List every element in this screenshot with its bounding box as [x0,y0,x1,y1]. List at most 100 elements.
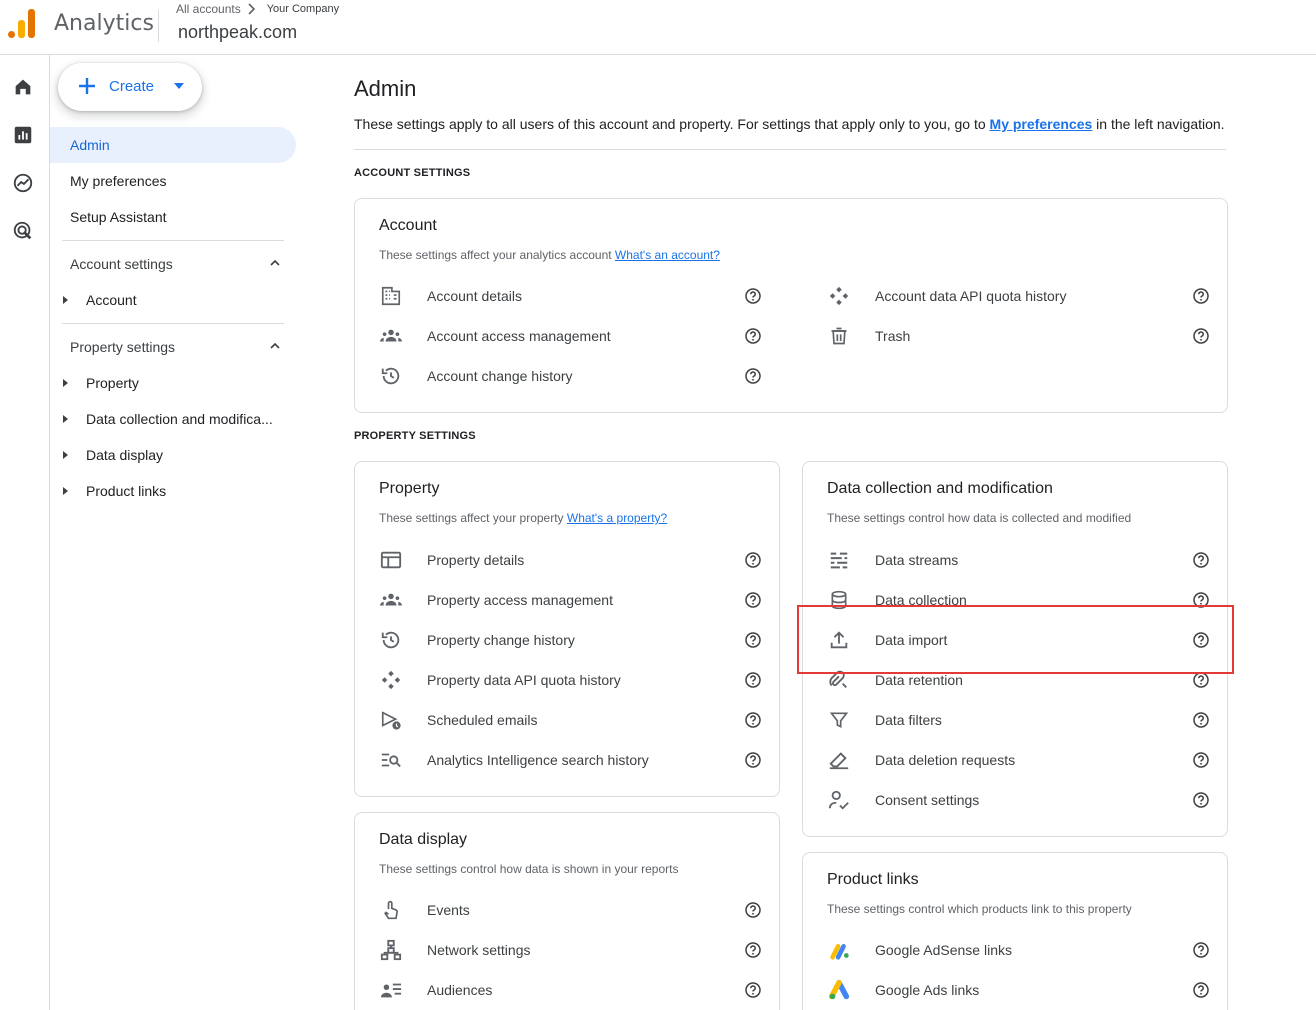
account-card-desc-text: These settings affect your analytics acc… [379,248,615,262]
help-icon[interactable] [1193,792,1209,808]
account-card-title: Account [379,217,437,234]
row-label: Analytics Intelligence search history [427,752,649,768]
help-icon[interactable] [745,672,761,688]
google-ads-links-row[interactable]: Google Ads links [827,972,1213,1008]
property-card-description: These settings affect your property What… [379,511,667,525]
help-icon[interactable] [1193,672,1209,688]
account-data-api-quota-history-row[interactable]: Account data API quota history [827,278,1213,314]
whats-a-property-link[interactable]: What's a property? [567,511,667,525]
scheduled-emails-row[interactable]: Scheduled emails [379,702,765,738]
home-icon[interactable] [11,75,35,99]
row-label: Property details [427,552,525,568]
help-icon[interactable] [1193,752,1209,768]
help-icon[interactable] [745,752,761,768]
help-icon[interactable] [1193,982,1209,998]
nav-my-preferences[interactable]: My preferences [50,163,296,199]
property-details-row[interactable]: Property details [379,542,765,578]
help-icon[interactable] [1193,942,1209,958]
property-card-desc-text: These settings affect your property [379,511,567,525]
row-label: Account change history [427,368,573,384]
create-button[interactable]: Create [58,63,202,111]
breadcrumb[interactable]: All accounts Your Company [176,2,339,16]
nav-property-settings-label: Property settings [70,339,176,355]
touch-icon [379,898,403,922]
google-adsense-links-row[interactable]: Google AdSense links [827,932,1213,968]
help-icon[interactable] [745,982,761,998]
breadcrumb-all-accounts[interactable]: All accounts [176,2,241,16]
account-change-history-row[interactable]: Account change history [379,358,765,394]
header-divider [158,10,159,42]
analytics-intelligence-search-history-row[interactable]: Analytics Intelligence search history [379,742,765,778]
whats-an-account-link[interactable]: What's an account? [615,248,720,262]
trash-row[interactable]: Trash [827,318,1213,354]
help-icon[interactable] [745,902,761,918]
advertising-icon[interactable] [11,219,35,243]
property-selector[interactable]: northpeak.com [178,22,297,43]
page-title: Admin [354,76,417,101]
account-access-management-row[interactable]: Account access management [379,318,765,354]
property-change-history-row[interactable]: Property change history [379,622,765,658]
page-desc-text: These settings apply to all users of thi… [354,116,990,132]
property-card: Property These settings affect your prop… [354,461,780,797]
consent-settings-row[interactable]: Consent settings [827,782,1213,818]
data-filters-row[interactable]: Data filters [827,702,1213,738]
nav-account[interactable]: Account [50,282,296,318]
account-details-row[interactable]: Account details [379,278,765,314]
row-label: Google AdSense links [875,942,1012,958]
nav-property-label: Property [86,375,139,391]
help-icon[interactable] [1193,712,1209,728]
my-preferences-link[interactable]: My preferences [990,116,1093,132]
caret-down-icon [174,83,184,89]
page-divider [354,149,1226,150]
explore-icon[interactable] [11,171,35,195]
help-icon[interactable] [745,632,761,648]
chevron-right-icon [248,3,255,15]
nav-data-collection[interactable]: Data collection and modifica... [50,401,296,437]
property-settings-heading: PROPERTY SETTINGS [354,430,476,442]
history-icon [379,628,403,652]
help-icon[interactable] [1193,328,1209,344]
breadcrumb-company[interactable]: Your Company [267,3,339,15]
filter-icon [827,708,851,732]
row-label: Consent settings [875,792,980,808]
property-data-api-quota-history-row[interactable]: Property data API quota history [379,662,765,698]
data-collection-card-description: These settings control how data is colle… [827,511,1132,525]
app-title[interactable]: Analytics [54,11,154,36]
help-icon[interactable] [745,368,761,384]
help-icon[interactable] [745,288,761,304]
network-settings-row[interactable]: Network settings [379,932,765,968]
property-access-management-row[interactable]: Property access management [379,582,765,618]
help-icon[interactable] [745,942,761,958]
data-deletion-requests-row[interactable]: Data deletion requests [827,742,1213,778]
help-icon[interactable] [745,712,761,728]
nav-setup-assistant[interactable]: Setup Assistant [50,199,296,235]
help-icon[interactable] [745,592,761,608]
help-icon[interactable] [1193,552,1209,568]
help-icon[interactable] [745,328,761,344]
data-streams-row[interactable]: Data streams [827,542,1213,578]
row-label: Account data API quota history [875,288,1067,304]
nav-property[interactable]: Property [50,365,296,401]
audiences-row[interactable]: Audiences [379,972,765,1008]
reports-icon[interactable] [11,123,35,147]
page-desc-suffix: in the left navigation. [1092,116,1225,132]
building-icon [379,284,403,308]
nav-data-display[interactable]: Data display [50,437,296,473]
nav-property-settings[interactable]: Property settings [50,329,296,365]
page-description: These settings apply to all users of thi… [354,116,1225,132]
expand-arrow-icon [63,296,68,304]
account-card: Account These settings affect your analy… [354,198,1228,413]
nav-account-settings[interactable]: Account settings [50,246,296,282]
nav-admin[interactable]: Admin [50,127,296,163]
row-label: Data streams [875,552,959,568]
events-row[interactable]: Events [379,892,765,928]
create-label: Create [109,78,155,95]
analytics-logo[interactable] [8,8,38,38]
row-label: Trash [875,328,911,344]
row-label: Property access management [427,592,613,608]
help-icon[interactable] [745,552,761,568]
nav-product-links[interactable]: Product links [50,473,296,509]
nav-data-collection-label: Data collection and modifica... [86,411,273,427]
expand-arrow-icon [63,487,68,495]
help-icon[interactable] [1193,288,1209,304]
